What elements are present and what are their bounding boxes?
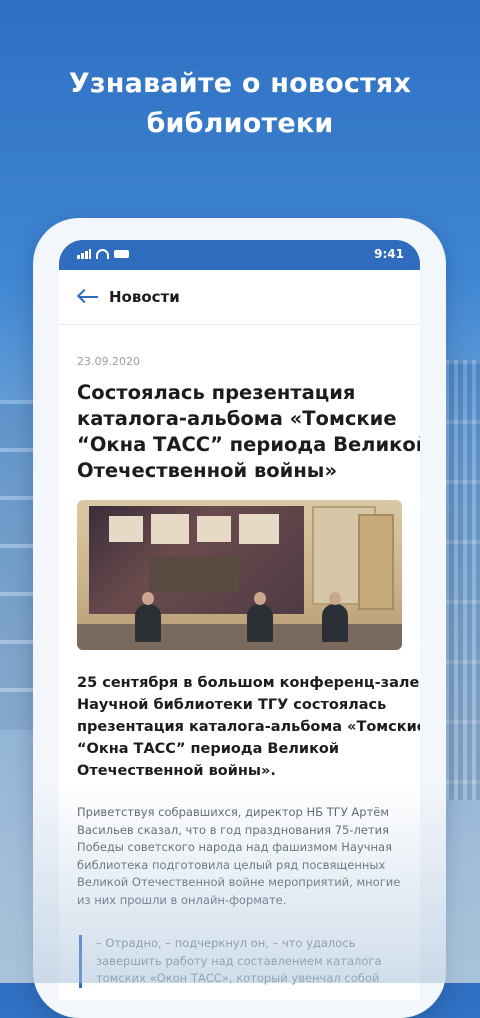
photo-projection-screen — [89, 506, 304, 614]
photo-door — [358, 514, 394, 610]
signal-icon — [77, 249, 91, 259]
article-body: Приветствуя собравшихся, директор НБ ТГУ… — [77, 804, 402, 909]
photo-speaker — [135, 592, 161, 642]
phone-screen: 9:41 Новости 23.09.2020 Состоялась презе… — [59, 240, 420, 1000]
back-arrow-icon[interactable] — [76, 288, 99, 304]
article-lead-line: презентация каталога-альбома «Томские — [77, 719, 420, 735]
article-body-line: Великой Отечественной войне мероприятий,… — [77, 875, 401, 889]
article-quote-line: завершить работу над составлением катало… — [96, 953, 382, 968]
article-body-line: Приветствуя собравшихся, директор НБ ТГУ… — [77, 805, 390, 819]
background-bookshelf-right — [440, 360, 480, 800]
article-quote: – Отрадно, – подчеркнул он, – что удалос… — [79, 935, 402, 988]
status-bar: 9:41 — [59, 240, 420, 270]
article: 23.09.2020 Состоялась презентация катало… — [59, 355, 420, 988]
nav-bar: Новости — [59, 270, 420, 325]
article-body-line: библиотека подготовила целый ряд посвяще… — [77, 857, 386, 872]
article-title-line: “Окна ТАСС” периода Великой — [77, 433, 420, 456]
article-lead-line: 25 сентября в большом конференц-зале — [77, 675, 420, 691]
article-body-line: Васильев сказал, что в год празднования … — [77, 822, 389, 837]
article-lead-line: Научной библиотеки ТГУ состоялась — [77, 697, 387, 713]
article-title: Состоялась презентация каталога-альбома … — [77, 380, 420, 484]
article-title-line: Отечественной войны» — [77, 459, 338, 482]
status-time: 9:41 — [374, 247, 404, 261]
article-lead-line: Отечественной войны». — [77, 763, 276, 779]
article-title-line: Состоялась презентация — [77, 381, 356, 404]
promo-headline-line: Узнавайте о новостях — [68, 68, 412, 99]
photo-table — [77, 624, 402, 650]
article-lead-line: “Окна ТАСС” периода Великой — [77, 741, 340, 757]
photo-speaker — [247, 592, 273, 642]
nav-title: Новости — [109, 288, 180, 306]
promo-headline: Узнавайте о новостях библиотеки — [0, 64, 480, 144]
article-lead: 25 сентября в большом конференц-зале Нау… — [77, 672, 420, 782]
status-icons — [77, 249, 129, 259]
wifi-icon — [96, 249, 109, 259]
article-quote-line: томских «Окон ТАСС», который увенчал соб… — [96, 971, 380, 985]
article-body-line: из них прошли в онлайн-формате. — [77, 892, 287, 907]
article-body-line: Победы советского народа над фашизмом На… — [77, 840, 393, 854]
article-date: 23.09.2020 — [77, 355, 140, 368]
article-quote-line: – Отрадно, – подчеркнул он, – что удалос… — [96, 936, 356, 950]
article-photo[interactable] — [77, 500, 402, 650]
promo-headline-line: библиотеки — [146, 108, 334, 139]
article-title-line: каталога-альбома «Томские — [77, 407, 397, 430]
battery-icon — [114, 250, 129, 258]
photo-speaker — [322, 592, 348, 642]
